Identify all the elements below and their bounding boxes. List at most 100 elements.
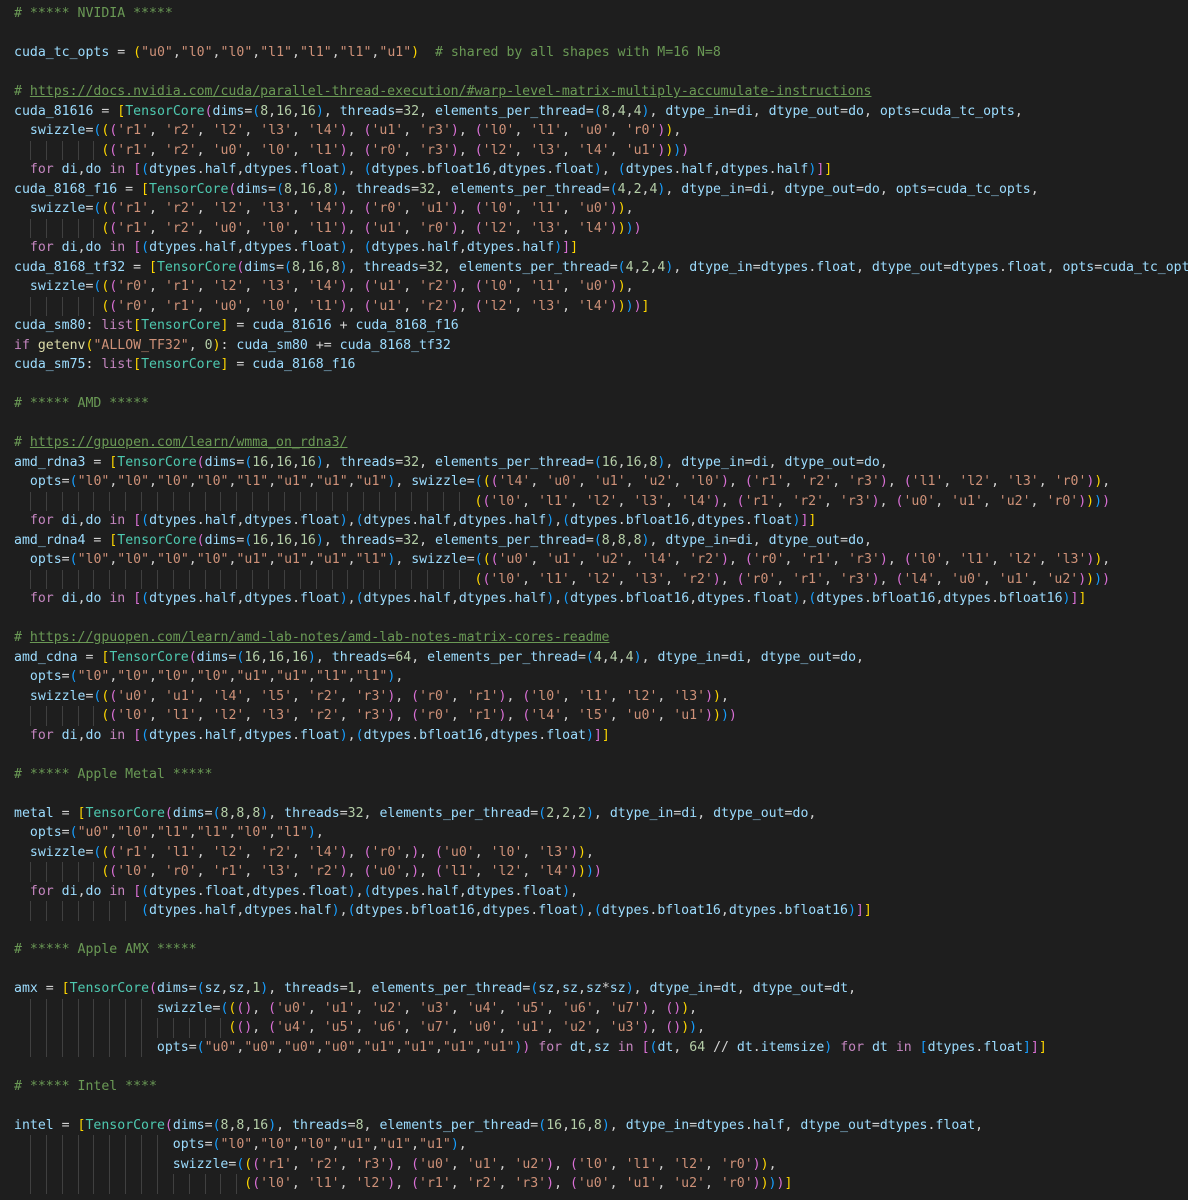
code-text: swizzle=((('r0', 'r1', 'l2', 'l3', 'l4')… — [29, 279, 634, 294]
code-text: cuda_81616 = [TensorCore(dims=(8,16,16),… — [14, 103, 1023, 119]
code-text: (('l0', 'l1', 'l2', 'l3', 'r2', 'r3'), (… — [101, 708, 737, 723]
code-line[interactable]: (('r1', 'r2', 'u0', 'l0', 'l1'), ('u1', … — [0, 218, 1188, 238]
code-text: # ***** Apple AMX ***** — [14, 942, 197, 957]
code-line[interactable]: cuda_sm75: list[TensorCore] = cuda_8168_… — [0, 355, 1188, 375]
code-line[interactable] — [0, 414, 1188, 434]
code-line[interactable]: amx = [TensorCore(dims=(sz,sz,1), thread… — [0, 979, 1188, 999]
code-line[interactable]: swizzle=((('r1', 'r2', 'l2', 'l3', 'l4')… — [0, 199, 1188, 219]
code-line[interactable]: opts=("u0","u0","u0","u0","u1","u1","u1"… — [0, 1037, 1188, 1057]
code-text: cuda_sm75: list[TensorCore] = cuda_8168_… — [14, 357, 356, 372]
code-line[interactable] — [0, 960, 1188, 980]
code-line[interactable]: (dtypes.half,dtypes.half),(dtypes.bfloat… — [0, 901, 1188, 921]
code-line[interactable]: opts=("u0","l0","l1","l1","l0","l1"), — [0, 823, 1188, 843]
code-line[interactable]: for di,do in [(dtypes.half,dtypes.float)… — [0, 726, 1188, 746]
code-line[interactable]: swizzle=((('r1', 'l1', 'l2', 'r2', 'l4')… — [0, 843, 1188, 863]
code-line[interactable]: if getenv("ALLOW_TF32", 0): cuda_sm80 +=… — [0, 336, 1188, 356]
code-editor[interactable]: # ***** NVIDIA ***** cuda_tc_opts = ("u0… — [0, 0, 1188, 1200]
code-line[interactable]: opts=("l0","l0","l0","l0","u1","u1","u1"… — [0, 550, 1188, 570]
code-line[interactable]: for di,do in [(dtypes.half,dtypes.float)… — [0, 511, 1188, 531]
code-line[interactable]: # https://gpuopen.com/learn/amd-lab-note… — [0, 628, 1188, 648]
code-line[interactable]: (('l0', 'l1', 'l2'), ('r1', 'r2', 'r3'),… — [0, 1174, 1188, 1194]
code-text: amd_rdna4 = [TensorCore(dims=(16,16,16),… — [14, 532, 872, 548]
code-line[interactable]: amd_cdna = [TensorCore(dims=(16,16,16), … — [0, 648, 1188, 668]
code-line[interactable] — [0, 375, 1188, 395]
code-text: amd_cdna = [TensorCore(dims=(16,16,16), … — [14, 649, 864, 665]
code-text: swizzle=((('r1', 'r2', 'l2', 'l3', 'l4')… — [29, 123, 682, 138]
code-line[interactable]: # ***** Apple Metal ***** — [0, 765, 1188, 785]
code-line[interactable]: opts=("l0","l0","l0","l0","u1","u1","l1"… — [0, 667, 1188, 687]
code-line[interactable]: opts=("l0","l0","l0","u1","u1","u1"), — [0, 1135, 1188, 1155]
code-text: metal = [TensorCore(dims=(8,8,8), thread… — [14, 805, 817, 821]
code-text: amd_rdna3 = [TensorCore(dims=(16,16,16),… — [14, 454, 888, 470]
code-line[interactable]: # https://docs.nvidia.com/cuda/parallel-… — [0, 82, 1188, 102]
code-line[interactable] — [0, 24, 1188, 44]
code-text: for di,do in [(dtypes.float,dtypes.float… — [29, 883, 579, 899]
code-text: cuda_sm80: list[TensorCore] = cuda_81616… — [14, 318, 459, 333]
code-line[interactable] — [0, 63, 1188, 83]
code-text: # ***** NVIDIA ***** — [14, 6, 173, 21]
code-line[interactable]: swizzle=((('r0', 'r1', 'l2', 'l3', 'l4')… — [0, 277, 1188, 297]
code-text: (('l0', 'l1', 'l2', 'l3', 'l4'), ('r1', … — [474, 493, 1111, 509]
code-line[interactable]: for di,do in [(dtypes.half,dtypes.float)… — [0, 238, 1188, 258]
code-line[interactable]: cuda_81616 = [TensorCore(dims=(8,16,16),… — [0, 102, 1188, 122]
code-line[interactable]: metal = [TensorCore(dims=(8,8,8), thread… — [0, 804, 1188, 824]
code-line[interactable]: amd_rdna4 = [TensorCore(dims=(16,16,16),… — [0, 531, 1188, 551]
code-text: ((), ('u4', 'u5', 'u6', 'u7', 'u0', 'u1'… — [228, 1020, 706, 1035]
code-line[interactable]: for di,do in [(dtypes.half,dtypes.float)… — [0, 589, 1188, 609]
code-text: for di,do in [(dtypes.half,dtypes.float)… — [29, 162, 833, 177]
code-text: # https://gpuopen.com/learn/amd-lab-note… — [14, 630, 610, 645]
code-line[interactable]: opts=("l0","l0","l0","l0","l1","u1","u1"… — [0, 472, 1188, 492]
code-text: swizzle=((('u0', 'u1', 'l4', 'l5', 'r2',… — [29, 688, 729, 704]
code-line[interactable]: swizzle=((('r1', 'r2', 'l2', 'l3', 'l4')… — [0, 121, 1188, 141]
code-text: swizzle=(((), ('u0', 'u1', 'u2', 'u3', '… — [156, 1000, 698, 1016]
code-line[interactable]: swizzle=(((), ('u0', 'u1', 'u2', 'u3', '… — [0, 998, 1188, 1018]
code-line[interactable]: # ***** NVIDIA ***** — [0, 4, 1188, 24]
code-text: (('l0', 'l1', 'l2'), ('r1', 'r2', 'r3'),… — [244, 1176, 793, 1191]
code-text: if getenv("ALLOW_TF32", 0): cuda_sm80 +=… — [14, 337, 451, 353]
code-line[interactable] — [0, 1057, 1188, 1077]
code-text: # https://docs.nvidia.com/cuda/parallel-… — [14, 84, 872, 99]
code-text: (('l0', 'l1', 'l2', 'l3', 'r2'), ('r0', … — [474, 571, 1111, 587]
code-line[interactable]: (('l0', 'r0', 'r1', 'l3', 'r2'), ('u0',)… — [0, 862, 1188, 882]
code-line[interactable] — [0, 1096, 1188, 1116]
code-line[interactable]: cuda_8168_f16 = [TensorCore(dims=(8,16,8… — [0, 180, 1188, 200]
code-line[interactable]: cuda_tc_opts = ("u0","l0","l0","l1","l1"… — [0, 43, 1188, 63]
code-line[interactable]: swizzle=((('u0', 'u1', 'l4', 'l5', 'r2',… — [0, 687, 1188, 707]
code-line[interactable]: (('l0', 'l1', 'l2', 'l3', 'r2'), ('r0', … — [0, 569, 1188, 589]
code-line[interactable] — [0, 609, 1188, 629]
code-line[interactable]: # ***** AMD ***** — [0, 394, 1188, 414]
code-text: for di,do in [(dtypes.half,dtypes.float)… — [29, 591, 1087, 606]
code-line[interactable]: cuda_8168_tf32 = [TensorCore(dims=(8,16,… — [0, 258, 1188, 278]
code-line[interactable] — [0, 745, 1188, 765]
code-line[interactable]: (('l0', 'l1', 'l2', 'l3', 'l4'), ('r1', … — [0, 491, 1188, 511]
code-text: cuda_tc_opts = ("u0","l0","l0","l1","l1"… — [14, 45, 721, 60]
code-line[interactable]: for di,do in [(dtypes.half,dtypes.float)… — [0, 160, 1188, 180]
code-line[interactable]: amd_rdna3 = [TensorCore(dims=(16,16,16),… — [0, 453, 1188, 473]
code-line[interactable]: # ***** Apple AMX ***** — [0, 940, 1188, 960]
code-text: for di,do in [(dtypes.half,dtypes.float)… — [29, 727, 610, 743]
code-text: for di,do in [(dtypes.half,dtypes.float)… — [29, 240, 579, 255]
code-line[interactable]: (('r1', 'r2', 'u0', 'l0', 'l1'), ('r0', … — [0, 140, 1188, 160]
code-line[interactable]: cuda_sm80: list[TensorCore] = cuda_81616… — [0, 316, 1188, 336]
code-line[interactable] — [0, 784, 1188, 804]
code-line[interactable]: # ***** Intel **** — [0, 1077, 1188, 1097]
code-text: (('r0', 'r1', 'u0', 'l0', 'l1'), ('u1', … — [101, 298, 650, 314]
code-line[interactable]: # https://gpuopen.com/learn/wmma_on_rdna… — [0, 433, 1188, 453]
code-line[interactable]: (('l0', 'l1', 'l2', 'l3', 'r2', 'r3'), (… — [0, 706, 1188, 726]
code-line[interactable] — [0, 921, 1188, 941]
code-line[interactable]: for di,do in [(dtypes.float,dtypes.float… — [0, 882, 1188, 902]
code-line[interactable]: (('r0', 'r1', 'u0', 'l0', 'l1'), ('u1', … — [0, 296, 1188, 316]
code-text: (dtypes.half,dtypes.half),(dtypes.bfloat… — [141, 903, 872, 918]
code-line[interactable]: swizzle=((('r1', 'r2', 'r3'), ('u0', 'u1… — [0, 1154, 1188, 1174]
code-line[interactable]: intel = [TensorCore(dims=(8,8,16), threa… — [0, 1116, 1188, 1136]
code-text: swizzle=((('r1', 'r2', 'l2', 'l3', 'l4')… — [29, 201, 634, 216]
code-line[interactable]: ((), ('u4', 'u5', 'u6', 'u7', 'u0', 'u1'… — [0, 1018, 1188, 1038]
code-text: opts=("l0","l0","l0","u1","u1","u1"), — [172, 1137, 467, 1152]
code-text: cuda_8168_tf32 = [TensorCore(dims=(8,16,… — [14, 259, 1188, 275]
